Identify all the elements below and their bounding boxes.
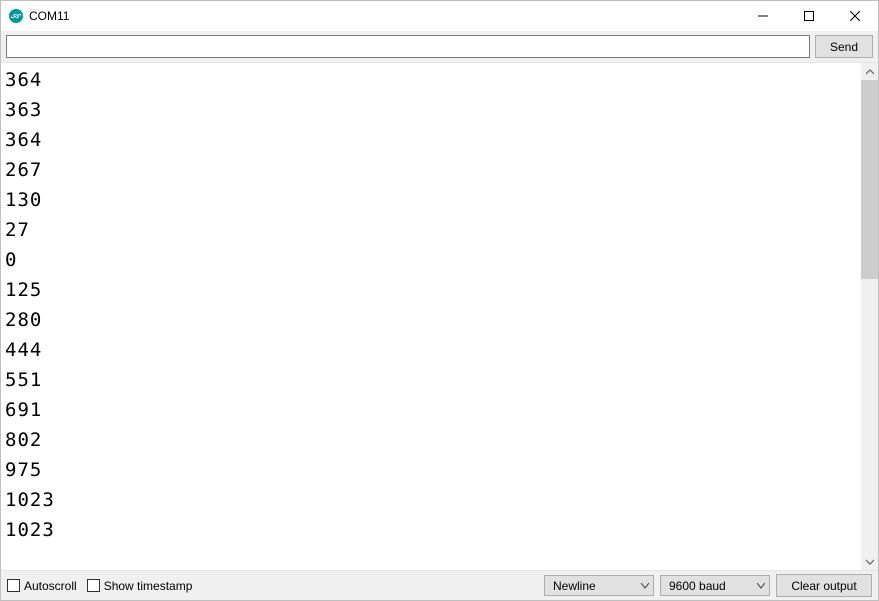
serial-input[interactable] [6,35,810,58]
clear-output-button[interactable]: Clear output [776,574,872,597]
checkbox-icon [87,579,100,592]
baud-rate-select[interactable]: 9600 baud [660,575,770,596]
bottom-toolbar: Autoscroll Show timestamp Newline 9600 b… [1,570,878,600]
chevron-down-icon [757,583,765,589]
scroll-track[interactable] [861,80,878,553]
line-ending-value: Newline [553,579,596,593]
scroll-up-arrow-icon[interactable] [861,63,878,80]
vertical-scrollbar[interactable] [861,63,878,570]
serial-monitor-window: COM11 Send 364 363 364 267 130 27 0 125 … [0,0,879,601]
window-controls [740,1,878,31]
scroll-thumb[interactable] [861,80,878,279]
arduino-icon [9,9,23,23]
console-output[interactable]: 364 363 364 267 130 27 0 125 280 444 551… [1,63,861,570]
baud-rate-value: 9600 baud [669,579,726,593]
window-title: COM11 [29,9,69,23]
show-timestamp-checkbox[interactable]: Show timestamp [87,579,193,593]
show-timestamp-label: Show timestamp [104,579,193,593]
top-toolbar: Send [1,31,878,63]
scroll-down-arrow-icon[interactable] [861,553,878,570]
console-area: 364 363 364 267 130 27 0 125 280 444 551… [1,63,878,570]
autoscroll-label: Autoscroll [24,579,77,593]
autoscroll-checkbox[interactable]: Autoscroll [7,579,77,593]
close-button[interactable] [832,1,878,31]
maximize-button[interactable] [786,1,832,31]
minimize-button[interactable] [740,1,786,31]
line-ending-select[interactable]: Newline [544,575,654,596]
chevron-down-icon [641,583,649,589]
titlebar: COM11 [1,1,878,31]
checkbox-icon [7,579,20,592]
send-button[interactable]: Send [815,35,873,58]
